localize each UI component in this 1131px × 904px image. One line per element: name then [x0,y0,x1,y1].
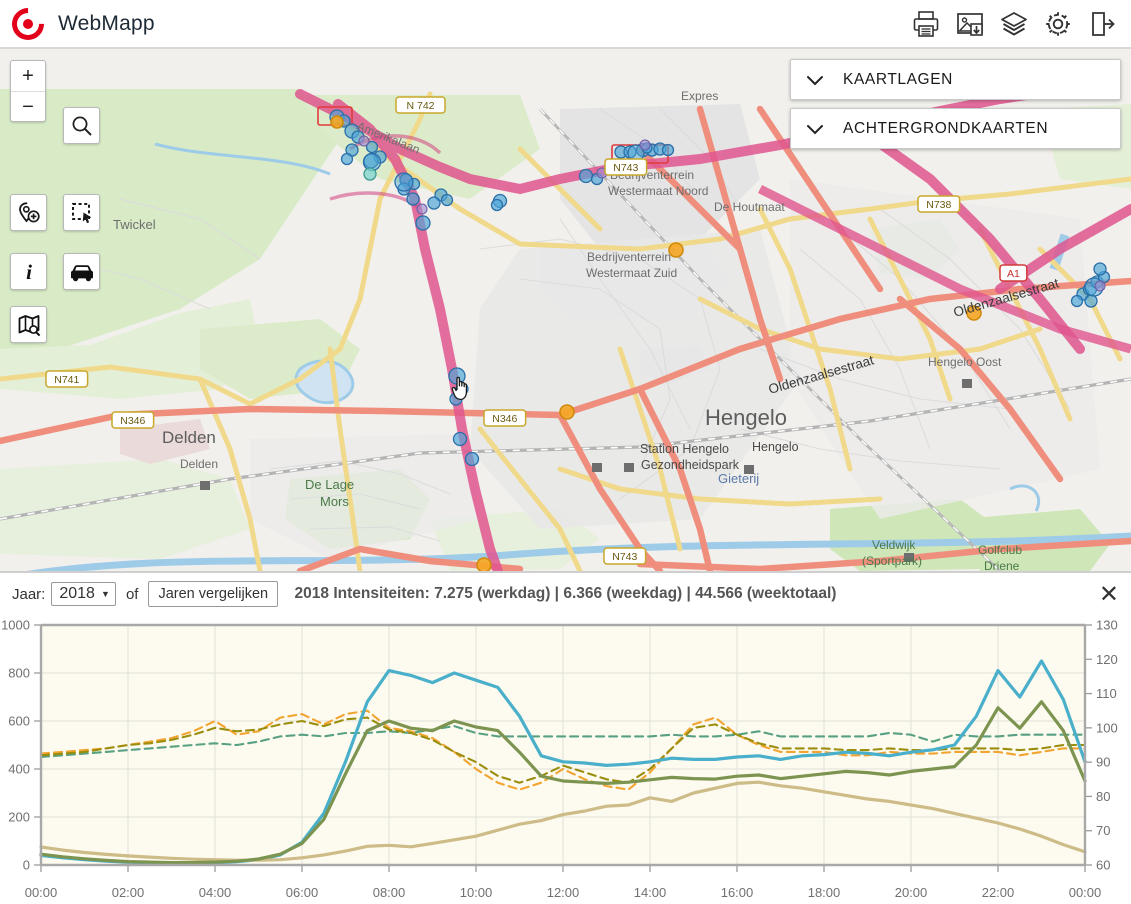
add-location-button[interactable] [10,194,47,231]
chevron-down-icon: ▼ [101,589,110,599]
search-button[interactable] [63,107,100,144]
zoom-out-button[interactable]: − [11,91,45,121]
achtergrondkaarten-panel[interactable]: ACHTERGRONDKAARTEN [790,108,1121,149]
xtick-label: 00:00 [25,885,58,900]
ytick-label-right: 110 [1096,686,1117,701]
xtick-label: 16:00 [721,885,754,900]
logout-icon[interactable] [1087,9,1117,39]
select-box-icon [71,202,91,223]
xtick-label: 06:00 [286,885,319,900]
xtick-label: 02:00 [112,885,145,900]
or-label: of [125,585,139,603]
select-box-button[interactable] [63,194,100,231]
info-icon: i [26,261,32,283]
webmapp-logo-icon [5,0,51,47]
xtick-label: 12:00 [547,885,580,900]
map-legend-icon [18,314,40,336]
year-select[interactable]: 2018 ▼ [51,582,116,606]
ytick-label-left: 1000 [1,618,30,633]
year-label: Jaar: [12,585,46,603]
ytick-label-right: 120 [1096,652,1118,667]
xtick-label: 08:00 [373,885,406,900]
kaartlagen-panel[interactable]: KAARTLAGEN [790,59,1121,100]
xtick-label: 04:00 [199,885,232,900]
traffic-button[interactable] [63,253,100,290]
xtick-label: 18:00 [808,885,841,900]
chevron-down-icon [807,75,823,85]
map-canvas[interactable]: Twickel Delden Delden De Lage Mors Amerikalaa… [0,49,1131,571]
zoom-control[interactable]: + − [10,60,46,122]
ytick-label-right: 70 [1096,823,1110,838]
ytick-label-right: 90 [1096,755,1110,770]
traffic-chart: 0 200 400 600 800 1000 60 70 80 90 100 110 120 130 00:… [1,618,1118,901]
ytick-label-left: 200 [8,810,30,825]
year-select-value: 2018 [59,585,95,602]
chevron-down-icon [807,124,823,134]
image-export-icon[interactable] [955,9,985,39]
header-toolbar [911,9,1131,39]
ytick-label-right: 130 [1096,618,1118,633]
ytick-label-left: 0 [23,858,30,873]
search-icon [72,116,92,136]
compare-years-button[interactable]: Jaren vergelijken [148,581,279,607]
svg-text:i: i [26,261,32,283]
ytick-label-left: 800 [8,666,30,681]
xtick-label: 22:00 [982,885,1015,900]
map-legend-button[interactable] [10,306,47,343]
layers-icon[interactable] [999,9,1029,39]
add-location-icon [18,201,40,222]
print-icon[interactable] [911,9,941,39]
chart-toolbar: Jaar: 2018 ▼ of Jaren vergelijken 2018 I… [0,573,1131,615]
app-title: WebMapp [58,11,155,35]
brand: WebMapp [0,0,155,47]
app-header: WebMapp [0,0,1131,49]
ytick-label-left: 400 [8,762,30,777]
xtick-label: 20:00 [895,885,928,900]
app-root: WebMapp Twickel Delden Delden De Lage Mo… [0,0,1131,904]
xtick-label: 10:00 [460,885,493,900]
achtergrondkaarten-label: ACHTERGRONDKAARTEN [843,119,1049,137]
xtick-label: 14:00 [634,885,667,900]
info-button[interactable]: i [10,253,47,290]
chart-plot-area: 0 200 400 600 800 1000 60 70 80 90 100 110 120 130 00:… [0,615,1131,904]
ytick-label-left: 600 [8,714,30,729]
ytick-label-right: 100 [1096,720,1118,735]
chart-panel: Jaar: 2018 ▼ of Jaren vergelijken 2018 I… [0,571,1131,904]
kaartlagen-label: KAARTLAGEN [843,70,953,88]
zoom-in-button[interactable]: + [11,61,45,91]
ytick-label-right: 60 [1096,858,1110,873]
close-chart-button[interactable]: ✕ [1099,583,1119,607]
xtick-label: 00:00 [1069,885,1102,900]
car-icon [70,264,93,281]
gear-icon[interactable] [1043,9,1073,39]
ytick-label-right: 80 [1096,789,1110,804]
